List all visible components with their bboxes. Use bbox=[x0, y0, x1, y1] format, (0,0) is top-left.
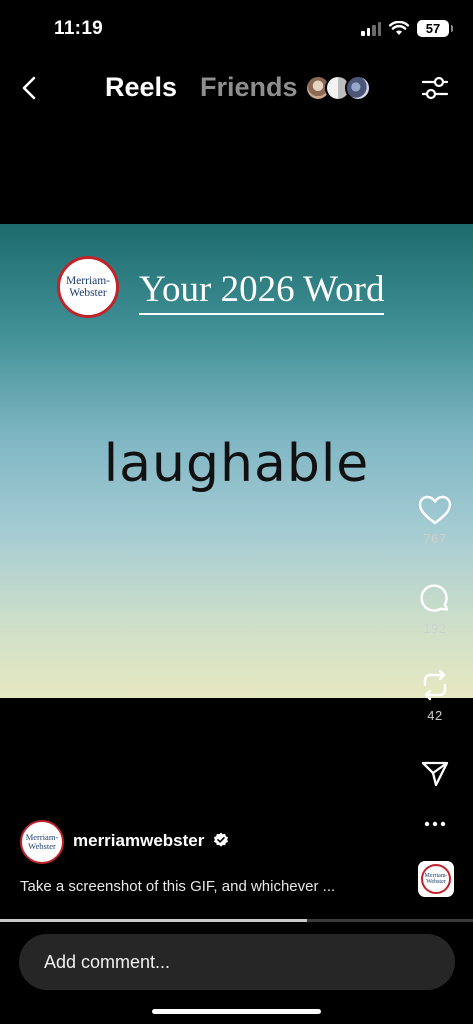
video-title: Your 2026 Word bbox=[139, 268, 385, 315]
like-button[interactable]: 767 bbox=[415, 495, 455, 546]
avatar[interactable]: Merriam- Webster bbox=[20, 820, 64, 864]
reel-video[interactable]: Merriam- Webster Your 2026 Word laughabl… bbox=[0, 224, 473, 698]
merriam-webster-logo: Merriam- Webster bbox=[57, 256, 119, 318]
video-word: laughable bbox=[103, 434, 370, 494]
repost-count: 42 bbox=[427, 708, 443, 723]
tab-reels[interactable]: Reels bbox=[105, 72, 177, 103]
repost-icon bbox=[423, 669, 447, 701]
send-icon bbox=[421, 761, 449, 787]
battery-icon: 57 bbox=[417, 20, 453, 37]
like-count: 767 bbox=[423, 531, 447, 546]
comment-count: 192 bbox=[423, 621, 447, 636]
heart-icon bbox=[418, 495, 452, 525]
username[interactable]: merriamwebster bbox=[73, 831, 204, 851]
audio-thumbnail[interactable]: Merriam- Webster bbox=[418, 861, 454, 897]
share-button[interactable] bbox=[415, 760, 455, 788]
add-comment-input[interactable]: Add comment... bbox=[19, 934, 455, 990]
merriam-webster-logo: Merriam- Webster bbox=[421, 864, 451, 894]
comment-icon bbox=[420, 584, 449, 612]
home-indicator bbox=[152, 1009, 321, 1014]
wifi-icon bbox=[389, 21, 409, 35]
repost-button[interactable]: 42 bbox=[415, 668, 455, 723]
friends-avatars[interactable] bbox=[305, 75, 371, 101]
sliders-icon[interactable] bbox=[420, 73, 450, 103]
chevron-left-icon[interactable] bbox=[18, 74, 42, 102]
verified-badge-icon bbox=[214, 832, 228, 847]
avatar bbox=[345, 75, 371, 101]
video-progress-fill bbox=[0, 919, 308, 922]
signal-icon bbox=[361, 21, 381, 36]
status-time: 11:19 bbox=[54, 18, 104, 39]
post-caption[interactable]: Take a screenshot of this GIF, and which… bbox=[20, 878, 335, 895]
status-icons: 57 bbox=[361, 20, 453, 37]
tab-friends[interactable]: Friends bbox=[200, 72, 298, 103]
comment-button[interactable]: 192 bbox=[415, 583, 455, 636]
more-button[interactable] bbox=[415, 820, 455, 828]
more-icon bbox=[424, 821, 446, 827]
